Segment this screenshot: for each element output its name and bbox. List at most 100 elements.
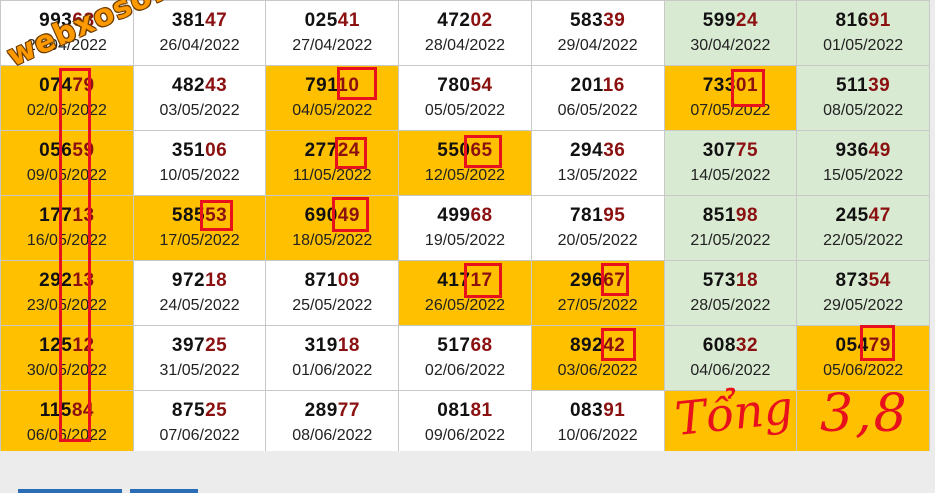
result-date: 19/05/2022 xyxy=(424,232,505,249)
number-head: 875 xyxy=(171,400,206,421)
result-cell: 39725 31/05/2022 xyxy=(132,325,267,391)
result-number: 58339 xyxy=(532,10,663,32)
number-head: 816 xyxy=(835,10,869,31)
result-number: 35106 xyxy=(134,140,265,162)
result-date: 29/05/2022 xyxy=(823,297,904,314)
table-row: 12512 30/05/2022 39725 31/05/2022 31918 01/06… xyxy=(0,325,930,391)
result-date: 02/06/2022 xyxy=(424,362,505,379)
result-date: 21/05/2022 xyxy=(690,232,771,249)
number-head: 294 xyxy=(569,140,604,161)
result-number: 24547 xyxy=(798,205,929,227)
highlight-box xyxy=(335,137,367,169)
result-number: 51768 xyxy=(400,335,531,357)
result-date: 09/06/2022 xyxy=(424,427,505,444)
result-date: 05/06/2022 xyxy=(823,362,904,379)
result-cell: 51768 02/06/2022 xyxy=(398,325,532,391)
number-head: 851 xyxy=(702,205,736,226)
footer-tab[interactable] xyxy=(130,489,198,493)
result-cell: 08391 10/06/2022 xyxy=(530,390,665,456)
result-number: 39725 xyxy=(134,335,265,357)
result-date: 17/05/2022 xyxy=(159,232,240,249)
result-number: 60832 xyxy=(665,335,796,357)
highlight-box xyxy=(601,263,629,296)
number-head: 608 xyxy=(702,335,736,356)
number-tail: 68 xyxy=(470,335,493,356)
result-cell: 02541 27/04/2022 xyxy=(265,0,400,66)
result-cell: 97218 24/05/2022 xyxy=(132,260,267,326)
result-cell: 29667 27/05/2022 xyxy=(530,260,665,326)
number-head: 892 xyxy=(569,335,604,356)
number-tail: 98 xyxy=(735,205,759,226)
highlight-box xyxy=(601,328,636,361)
result-date: 27/04/2022 xyxy=(292,37,373,54)
result-number: 20116 xyxy=(532,75,663,97)
number-tail: 06 xyxy=(205,140,228,161)
highlight-column-box xyxy=(59,68,91,442)
handwritten-value: 3,8 xyxy=(820,384,909,444)
number-head: 381 xyxy=(171,10,206,31)
number-tail: 18 xyxy=(337,335,360,356)
result-number: 97218 xyxy=(134,270,265,292)
result-date: 05/05/2022 xyxy=(424,102,505,119)
result-number: 38147 xyxy=(134,10,265,32)
highlight-box xyxy=(337,67,377,100)
result-date: 12/05/2022 xyxy=(424,167,505,184)
result-cell: 30775 14/05/2022 xyxy=(663,130,798,196)
number-head: 083 xyxy=(569,400,604,421)
footer-tab[interactable] xyxy=(18,489,122,493)
number-tail: 91 xyxy=(868,10,891,31)
result-number: 81691 xyxy=(798,10,929,32)
result-cell: 87109 25/05/2022 xyxy=(265,260,400,326)
result-cell: 48243 03/05/2022 xyxy=(132,65,267,131)
number-tail: 39 xyxy=(603,10,626,31)
number-tail: 81 xyxy=(470,400,493,421)
result-date: 06/05/2022 xyxy=(557,102,638,119)
result-number: 87525 xyxy=(134,400,265,422)
number-head: 781 xyxy=(569,205,604,226)
result-date: 28/05/2022 xyxy=(690,297,771,314)
number-tail: 91 xyxy=(603,400,626,421)
result-number: 79110 xyxy=(267,75,398,97)
number-head: 296 xyxy=(569,270,604,291)
number-head: 351 xyxy=(171,140,206,161)
number-tail: 77 xyxy=(337,400,360,421)
number-head: 972 xyxy=(171,270,206,291)
result-date: 10/05/2022 xyxy=(159,167,240,184)
number-head: 307 xyxy=(702,140,736,161)
result-number: 29436 xyxy=(532,140,663,162)
number-head: 599 xyxy=(702,10,736,31)
highlight-box xyxy=(464,263,502,298)
result-number: 08181 xyxy=(400,400,531,422)
number-tail: 09 xyxy=(337,270,360,291)
result-cell: 29436 13/05/2022 xyxy=(530,130,665,196)
footer-bar xyxy=(0,451,935,493)
number-tail: 25 xyxy=(205,400,228,421)
number-tail: 39 xyxy=(868,75,891,96)
number-tail: 18 xyxy=(205,270,228,291)
number-head: 936 xyxy=(835,140,869,161)
result-cell: 78195 20/05/2022 xyxy=(530,195,665,261)
highlight-box xyxy=(731,69,765,107)
number-tail: 54 xyxy=(470,75,493,96)
number-tail: 41 xyxy=(337,10,360,31)
number-head: 583 xyxy=(569,10,604,31)
result-date: 04/05/2022 xyxy=(292,102,373,119)
result-date: 14/05/2022 xyxy=(690,167,771,184)
result-number: 27724 xyxy=(267,140,398,162)
result-date: 11/05/2022 xyxy=(292,167,372,184)
result-cell: 08181 09/06/2022 xyxy=(398,390,532,456)
result-date: 01/06/2022 xyxy=(292,362,373,379)
result-date: 15/05/2022 xyxy=(823,167,904,184)
result-date: 26/05/2022 xyxy=(424,297,505,314)
result-number: 51139 xyxy=(798,75,929,97)
result-cell: 57318 28/05/2022 xyxy=(663,260,798,326)
result-cell: 27724 11/05/2022 xyxy=(265,130,400,196)
number-head: 472 xyxy=(437,10,471,31)
result-number: 29667 xyxy=(532,270,663,292)
result-number: 87109 xyxy=(267,270,398,292)
number-head: 277 xyxy=(304,140,338,161)
number-head: 511 xyxy=(835,75,869,96)
result-number: 30775 xyxy=(665,140,796,162)
result-date: 08/05/2022 xyxy=(823,102,904,119)
result-date: 27/05/2022 xyxy=(557,297,638,314)
